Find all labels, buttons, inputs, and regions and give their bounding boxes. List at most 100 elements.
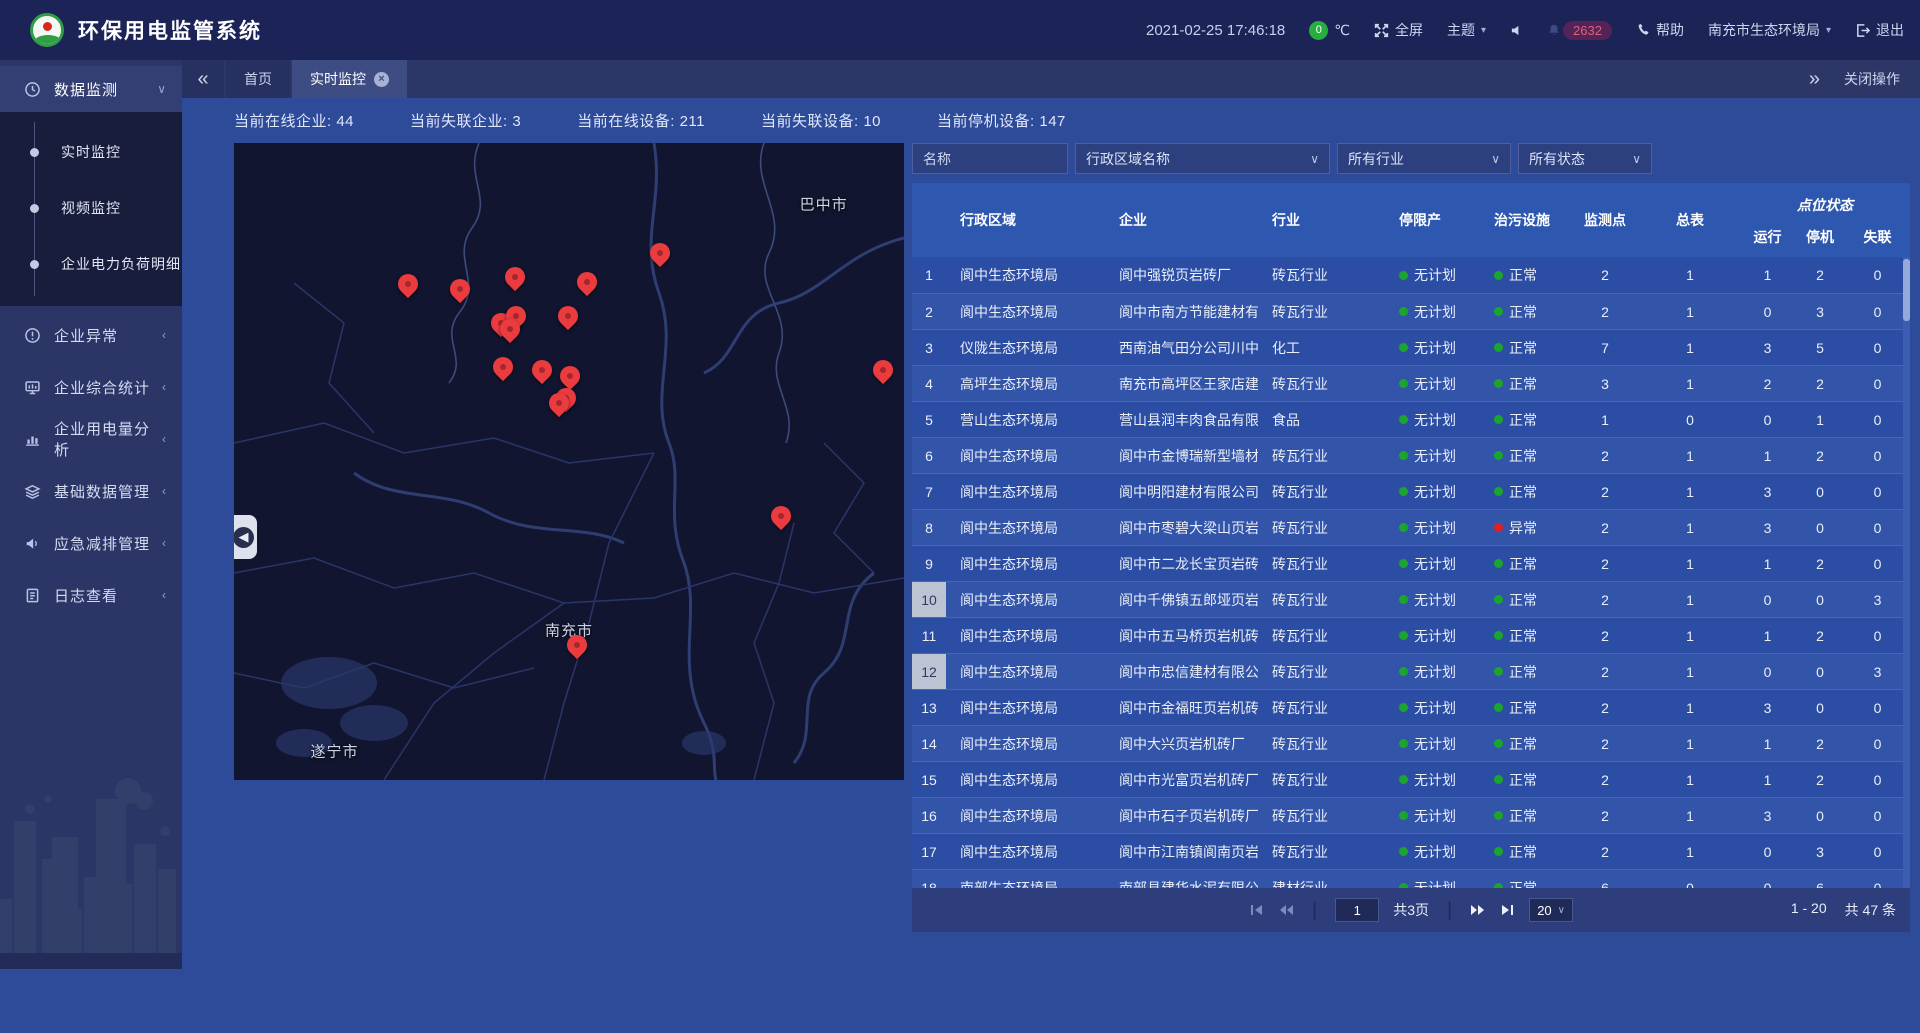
chevron-down-icon: ∨ bbox=[1491, 152, 1500, 166]
table-row[interactable]: 16阆中生态环境局阆中市石子页岩机砖厂砖瓦行业无计划正常21300 bbox=[912, 797, 1910, 833]
row-index[interactable]: 7 bbox=[912, 474, 946, 509]
next-page-button[interactable] bbox=[1470, 903, 1486, 917]
row-index[interactable]: 3 bbox=[912, 330, 946, 365]
phone-icon bbox=[1636, 23, 1650, 37]
status-dot-icon bbox=[1494, 703, 1503, 712]
prev-page-icon bbox=[1278, 903, 1294, 917]
table-row[interactable]: 7阆中生态环境局阆中明阳建材有限公司砖瓦行业无计划正常21300 bbox=[912, 473, 1910, 509]
volume-button[interactable] bbox=[1510, 24, 1523, 37]
stat-item: 当前在线企业: 44 bbox=[234, 110, 354, 131]
column-header[interactable]: 运行 bbox=[1740, 217, 1795, 257]
sidebar-subitem[interactable]: 企业电力负荷明细 bbox=[0, 236, 182, 292]
column-header[interactable]: 停限产 bbox=[1385, 183, 1480, 257]
row-index[interactable]: 16 bbox=[912, 798, 946, 833]
close-operations-button[interactable]: 关闭操作 bbox=[1844, 69, 1900, 89]
table-row[interactable]: 13阆中生态环境局阆中市金福旺页岩机砖砖瓦行业无计划正常21300 bbox=[912, 689, 1910, 725]
close-tab-icon[interactable]: × bbox=[374, 72, 389, 87]
cell-stop-count: 2 bbox=[1795, 366, 1845, 401]
city-label: 巴中市 bbox=[800, 193, 848, 214]
cell-monitor-count: 2 bbox=[1570, 510, 1640, 545]
cell-monitor-count: 2 bbox=[1570, 618, 1640, 653]
sidebar-item-horn[interactable]: 应急减排管理‹ bbox=[0, 520, 182, 566]
last-page-button[interactable] bbox=[1500, 903, 1515, 917]
tabs-scroll-left-button[interactable]: « bbox=[182, 60, 224, 98]
industry-filter-select[interactable]: 所有行业 ∨ bbox=[1337, 143, 1511, 174]
table-row[interactable]: 8阆中生态环境局阆中市枣碧大梁山页岩砖瓦行业无计划异常21300 bbox=[912, 509, 1910, 545]
row-index[interactable]: 1 bbox=[912, 257, 946, 293]
page-number-input[interactable] bbox=[1335, 898, 1379, 922]
status-filter-select[interactable]: 所有状态 ∨ bbox=[1518, 143, 1652, 174]
help-button[interactable]: 帮助 bbox=[1636, 20, 1684, 40]
table-row[interactable]: 12阆中生态环境局阆中市忠信建材有限公砖瓦行业无计划正常21003 bbox=[912, 653, 1910, 689]
sidebar-item-gauge[interactable]: 数据监测∨ bbox=[0, 66, 182, 112]
tab-home[interactable]: 首页 bbox=[226, 60, 290, 98]
row-index[interactable]: 13 bbox=[912, 690, 946, 725]
sidebar-submenu: 实时监控视频监控企业电力负荷明细 bbox=[0, 112, 182, 306]
page-size-select[interactable]: 20 ∨ bbox=[1529, 898, 1573, 922]
table-row[interactable]: 10阆中生态环境局阆中千佛镇五郎垭页岩砖瓦行业无计划正常21003 bbox=[912, 581, 1910, 617]
sidebar-subitem[interactable]: 视频监控 bbox=[0, 180, 182, 236]
table-row[interactable]: 9阆中生态环境局阆中市二龙长宝页岩砖砖瓦行业无计划正常21120 bbox=[912, 545, 1910, 581]
cell-monitor-count: 2 bbox=[1570, 798, 1640, 833]
table-row[interactable]: 11阆中生态环境局阆中市五马桥页岩机砖砖瓦行业无计划正常21120 bbox=[912, 617, 1910, 653]
cell-offline-count: 0 bbox=[1845, 762, 1910, 797]
column-header[interactable]: 失联 bbox=[1845, 217, 1910, 257]
row-index[interactable]: 14 bbox=[912, 726, 946, 761]
row-index[interactable]: 17 bbox=[912, 834, 946, 869]
row-index[interactable]: 12 bbox=[912, 654, 946, 689]
column-header[interactable]: 停机 bbox=[1795, 217, 1845, 257]
sidebar-item-board[interactable]: 企业综合统计‹ bbox=[0, 364, 182, 410]
horn-icon bbox=[22, 533, 42, 553]
table-row[interactable]: 14阆中生态环境局阆中大兴页岩机砖厂砖瓦行业无计划正常21120 bbox=[912, 725, 1910, 761]
fullscreen-button[interactable]: 全屏 bbox=[1374, 20, 1423, 40]
cell-region: 阆中生态环境局 bbox=[946, 762, 1105, 797]
table-row[interactable]: 6阆中生态环境局阆中市金博瑞新型墙材砖瓦行业无计划正常21120 bbox=[912, 437, 1910, 473]
sidebar-item-doc[interactable]: 日志查看‹ bbox=[0, 572, 182, 618]
sidebar-collapse-button[interactable]: ◀ bbox=[234, 515, 257, 559]
tabs-scroll-right-button[interactable]: » bbox=[1809, 68, 1820, 91]
temperature: 0 ℃ bbox=[1309, 21, 1350, 40]
table-row[interactable]: 17阆中生态环境局阆中市江南镇阆南页岩砖瓦行业无计划正常21030 bbox=[912, 833, 1910, 869]
table-row[interactable]: 2阆中生态环境局阆中市南方节能建材有砖瓦行业无计划正常21030 bbox=[912, 293, 1910, 329]
table-scrollbar[interactable] bbox=[1903, 257, 1910, 888]
table-row[interactable]: 1阆中生态环境局阆中强锐页岩砖厂砖瓦行业无计划正常21120 bbox=[912, 257, 1910, 293]
org-menu[interactable]: 南充市生态环境局 ▾ bbox=[1708, 20, 1831, 40]
column-header[interactable]: 总表 bbox=[1640, 183, 1740, 257]
column-header[interactable]: 治污设施 bbox=[1480, 183, 1570, 257]
sidebar-item-layers[interactable]: 基础数据管理‹ bbox=[0, 468, 182, 514]
prev-page-button[interactable] bbox=[1278, 903, 1294, 917]
row-index[interactable]: 4 bbox=[912, 366, 946, 401]
table-row[interactable]: 3仪陇生态环境局西南油气田分公司川中化工无计划正常71350 bbox=[912, 329, 1910, 365]
region-filter-select[interactable]: 行政区域名称 ∨ bbox=[1075, 143, 1330, 174]
table-row[interactable]: 5营山生态环境局营山县润丰肉食品有限食品无计划正常10010 bbox=[912, 401, 1910, 437]
name-filter-input[interactable] bbox=[912, 143, 1068, 174]
row-index[interactable]: 18 bbox=[912, 870, 946, 888]
sidebar-subitem[interactable]: 实时监控 bbox=[0, 124, 182, 180]
row-index[interactable]: 8 bbox=[912, 510, 946, 545]
map-panel[interactable]: ◀ 巴中市南充市遂宁市 bbox=[234, 143, 904, 780]
logout-button[interactable]: 退出 bbox=[1855, 20, 1904, 40]
tab-realtime-monitor[interactable]: 实时监控 × bbox=[292, 60, 407, 98]
row-index[interactable]: 11 bbox=[912, 618, 946, 653]
row-index[interactable]: 10 bbox=[912, 582, 946, 617]
table-row[interactable]: 18南部生态环境局南部县建华水泥有限公建材行业无计划正常60060 bbox=[912, 869, 1910, 888]
column-header[interactable]: 行业 bbox=[1258, 183, 1385, 257]
column-header[interactable]: 监测点 bbox=[1570, 183, 1640, 257]
theme-menu[interactable]: 主题 ▾ bbox=[1447, 20, 1486, 40]
first-page-icon bbox=[1249, 903, 1264, 917]
first-page-button[interactable] bbox=[1249, 903, 1264, 917]
table-row[interactable]: 4高坪生态环境局南充市高坪区王家店建砖瓦行业无计划正常31220 bbox=[912, 365, 1910, 401]
cell-facility-status: 正常 bbox=[1480, 294, 1570, 329]
row-index[interactable]: 2 bbox=[912, 294, 946, 329]
scrollbar-thumb[interactable] bbox=[1903, 259, 1910, 321]
column-header[interactable]: 行政区域 bbox=[946, 183, 1105, 257]
table-row[interactable]: 15阆中生态环境局阆中市光富页岩机砖厂砖瓦行业无计划正常21120 bbox=[912, 761, 1910, 797]
row-index[interactable]: 9 bbox=[912, 546, 946, 581]
sidebar-item-chart[interactable]: 企业用电量分析‹ bbox=[0, 416, 182, 462]
notifications[interactable]: 2632 bbox=[1547, 21, 1612, 40]
row-index[interactable]: 6 bbox=[912, 438, 946, 473]
column-header[interactable]: 企业 bbox=[1105, 183, 1258, 257]
sidebar-item-alert[interactable]: 企业异常‹ bbox=[0, 312, 182, 358]
row-index[interactable]: 5 bbox=[912, 402, 946, 437]
row-index[interactable]: 15 bbox=[912, 762, 946, 797]
